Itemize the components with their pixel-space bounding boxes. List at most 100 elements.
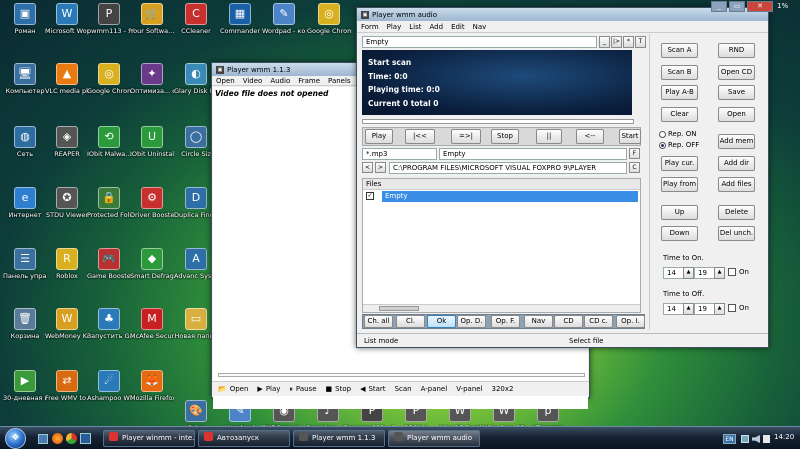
down-button[interactable]: Down <box>661 226 698 241</box>
desktop-icon[interactable]: 🎨Paint <box>174 400 218 426</box>
desktop-icon[interactable]: 🦊 Mozilla Firefox <box>130 370 174 402</box>
language-indicator[interactable]: EN <box>723 434 736 444</box>
delete-button[interactable]: Delete <box>718 205 755 220</box>
file-checkbox[interactable]: ✓ <box>366 192 374 200</box>
bottom-tab-button[interactable]: Op. D. <box>457 315 486 328</box>
player-audio-window[interactable]: ▣ Player wmm audio Form Play List Add Edit Nav… <box>356 7 769 348</box>
top-small-button[interactable]: T <box>635 36 646 48</box>
bottom-tab-button[interactable]: Ok <box>427 315 456 328</box>
add-mem-button[interactable]: Add mem <box>718 134 755 149</box>
video-control-button[interactable]: ⏸ Pause <box>289 385 316 394</box>
taskbar-item-player-113[interactable]: Player wmm 1.1.3 <box>293 430 385 447</box>
desktop-icon[interactable]: U IObit Uninstaller <box>130 126 174 158</box>
taskbar-item-player-interface[interactable]: Player winmm - inte... <box>103 430 195 447</box>
desktop-icon[interactable]: ◆ Smart Defrag 4 <box>130 248 174 280</box>
quicklaunch-desktop-icon[interactable] <box>38 434 48 444</box>
video-control-button[interactable]: ■ Stop <box>326 385 352 393</box>
clock[interactable]: 14:20 <box>774 433 794 441</box>
time-off-minute[interactable]: 19 <box>694 303 716 315</box>
maximize-button[interactable]: ▭ <box>729 1 745 12</box>
desktop-icon[interactable]: e Интернет <box>3 187 47 219</box>
delete-unchecked-button[interactable]: Del unch. <box>718 226 755 241</box>
menu-item[interactable]: Play <box>387 23 402 31</box>
menu-item[interactable]: Form <box>361 23 379 31</box>
desktop-icon[interactable]: W WebMoney Keeper Cla... <box>45 308 89 340</box>
bottom-tab-button[interactable]: Ch. all <box>364 315 393 328</box>
top-small-button[interactable]: * <box>623 36 634 48</box>
play-current-button[interactable]: Play cur. <box>661 156 698 171</box>
desktop-icon[interactable]: W Microsoft Works <box>45 3 89 35</box>
desktop-icon[interactable]: ⚙ Driver Booster 2 <box>130 187 174 219</box>
bottom-tab-button[interactable]: Nav <box>524 315 553 328</box>
quicklaunch-firefox-icon[interactable] <box>52 433 63 444</box>
desktop-icon[interactable]: 🛒 Your Softwa... <box>130 3 174 35</box>
video-control-button[interactable]: ▶ Play <box>257 385 280 393</box>
transport-button[interactable]: Play <box>365 129 393 144</box>
desktop-icon[interactable]: ▦ Commander <box>218 3 262 35</box>
transport-button[interactable]: |<< <box>405 129 435 144</box>
desktop-icon[interactable]: ◍ Сеть <box>3 126 47 158</box>
add-files-button[interactable]: Add files <box>718 177 755 192</box>
transport-button[interactable]: <-- <box>576 129 604 144</box>
transport-button[interactable]: || <box>536 129 562 144</box>
rep-off-radio[interactable] <box>659 142 666 149</box>
desktop-icon[interactable]: ⟲ IObit Malwa... <box>87 126 131 158</box>
bottom-tab-button[interactable]: Op. I. <box>616 315 645 328</box>
list-item[interactable]: ✓ Empty <box>363 191 640 203</box>
menu-item[interactable]: Nav <box>473 23 487 31</box>
time-on-hour-spin[interactable]: ▲ <box>683 267 694 279</box>
bottom-tab-button[interactable]: Cl. <box>396 315 425 328</box>
desktop-icon[interactable]: ◎ Google Chrome <box>87 63 131 95</box>
video-control-button[interactable]: V-panel <box>456 385 482 393</box>
tray-network-icon[interactable] <box>741 435 749 443</box>
desktop-icon[interactable]: ♣ Запустить Gamin... <box>87 308 131 340</box>
time-on-minute[interactable]: 19 <box>694 267 716 279</box>
path-back-button[interactable]: < <box>362 162 373 173</box>
clear-button[interactable]: Clear <box>661 107 698 122</box>
menu-item[interactable]: Add <box>430 23 444 31</box>
play-ab-button[interactable]: Play A-B <box>661 85 698 100</box>
time-off-hour-spin[interactable]: ▲ <box>683 303 694 315</box>
menu-item[interactable]: Frame <box>298 77 320 85</box>
desktop-icon[interactable]: ✎ Wordpad - копия <box>262 3 306 35</box>
desktop-icon[interactable]: ▲ VLC media player <box>45 63 89 95</box>
path-forward-button[interactable]: > <box>375 162 386 173</box>
desktop-icon[interactable]: 🖥 Компьютер <box>3 63 47 95</box>
video-control-button[interactable]: 320x2 <box>492 385 514 393</box>
scan-b-button[interactable]: Scan B <box>661 65 698 80</box>
transport-button[interactable]: Stop <box>491 129 519 144</box>
desktop-icon[interactable]: ✪ STDU Viewer <box>45 187 89 219</box>
transport-button[interactable]: Start <box>619 129 641 144</box>
desktop-icon[interactable]: R Roblox <box>45 248 89 280</box>
save-button[interactable]: Save <box>718 85 755 100</box>
desktop-icon[interactable]: 🔒 Protected Folder <box>87 187 131 219</box>
desktop-icon[interactable]: ☰ Панель управления <box>3 248 47 280</box>
desktop-icon[interactable]: ▶ 30-дневная пробная ... <box>3 370 47 402</box>
desktop-icon[interactable]: ▣ Роман <box>3 3 47 35</box>
tray-flag-icon[interactable] <box>763 435 770 443</box>
open-button[interactable]: Open <box>718 107 755 122</box>
up-button[interactable]: Up <box>661 205 698 220</box>
video-seek-bar[interactable] <box>218 373 585 377</box>
top-small-button[interactable]: _ <box>599 36 610 48</box>
desktop-icon[interactable]: 🗑 Корзина <box>3 308 47 340</box>
track-title-field[interactable]: Empty <box>362 36 597 48</box>
rnd-button[interactable]: RND <box>718 43 755 58</box>
play-from-button[interactable]: Play from <box>661 177 698 192</box>
desktop-icon[interactable]: Ppwmm113 - Ярлык (2) <box>87 3 131 35</box>
taskbar-item-autorun[interactable]: Автозапуск <box>198 430 290 447</box>
video-control-button[interactable]: ◀ Start <box>360 385 386 393</box>
scan-a-button[interactable]: Scan A <box>661 43 698 58</box>
desktop-icon[interactable]: ◎ Google Chrome <box>307 3 351 35</box>
video-control-button[interactable]: Scan <box>395 385 412 393</box>
menu-item[interactable]: Edit <box>451 23 465 31</box>
bottom-tab-button[interactable]: CD c. <box>584 315 613 328</box>
transport-button[interactable]: =>| <box>451 129 481 144</box>
audio-seek-bar[interactable] <box>362 119 634 124</box>
desktop-icon[interactable]: ◈ REAPER <box>45 126 89 158</box>
menu-item[interactable]: List <box>409 23 421 31</box>
time-on-hour[interactable]: 14 <box>663 267 685 279</box>
quicklaunch-media-icon[interactable] <box>80 433 91 444</box>
path-c-button[interactable]: C <box>629 162 640 173</box>
minimize-button[interactable]: _ <box>711 1 727 12</box>
